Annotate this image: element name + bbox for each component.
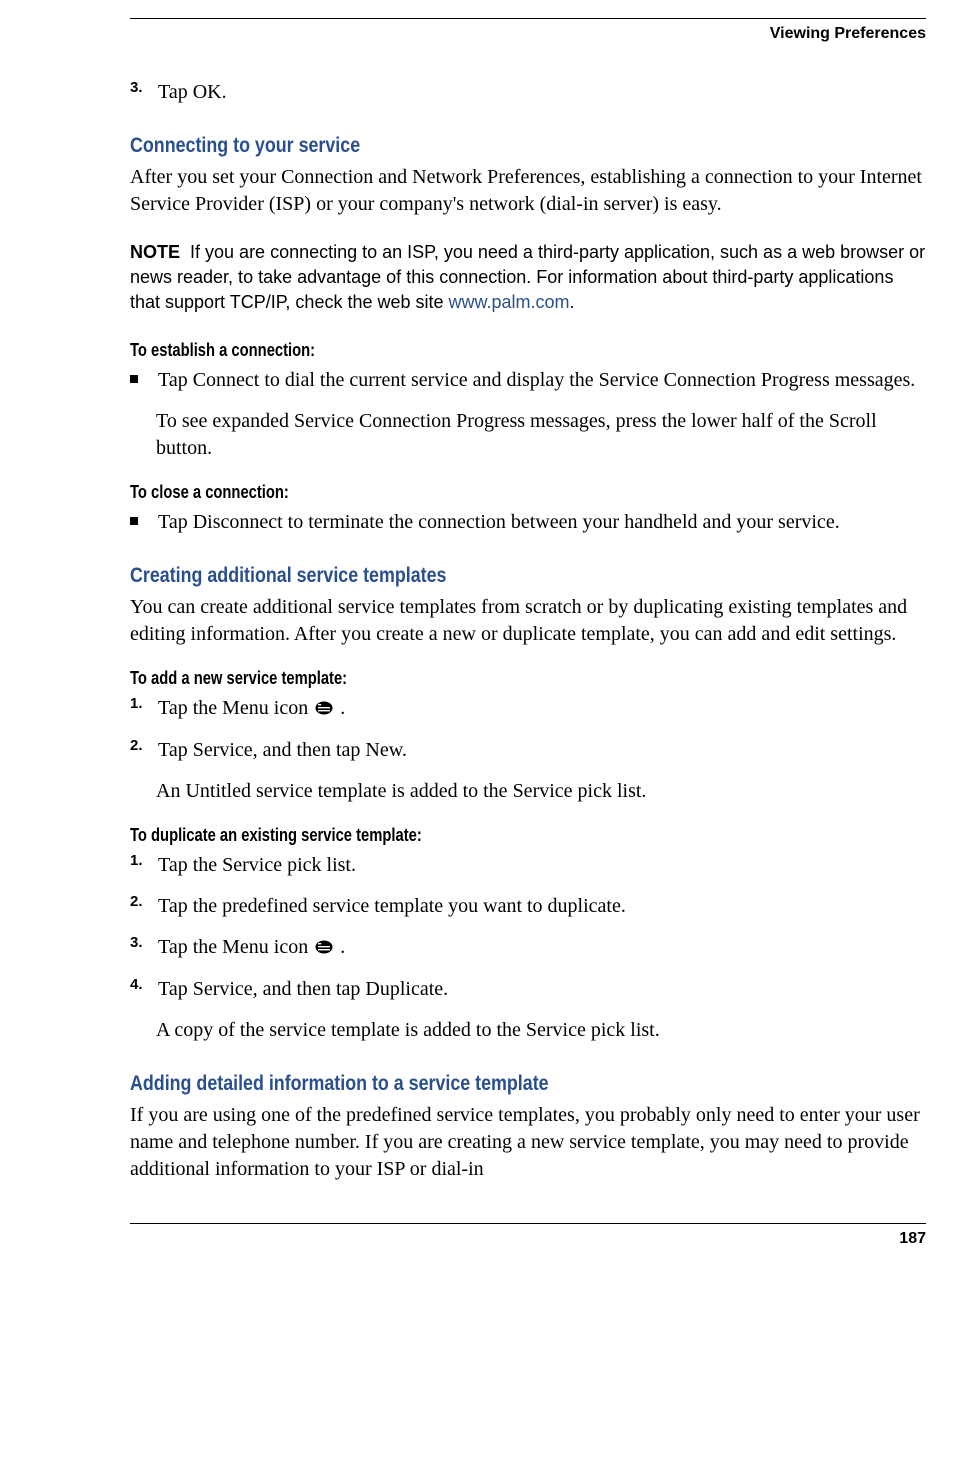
step-dup-1: 1. Tap the Service pick list. [130,852,926,879]
step-text-after: . [335,936,345,958]
body-connecting: After you set your Connection and Networ… [130,164,926,218]
step-number: 3. [130,934,154,951]
step-text-before: Tap the Menu icon [158,936,313,958]
square-bullet-icon [130,375,138,383]
step-text: Tap Service, and then tap Duplicate. [158,976,918,1003]
bullet-text: Tap Connect to dial the current service … [158,367,918,394]
header-rule [130,18,926,19]
bullet-text: Tap Disconnect to terminate the connecti… [158,509,918,536]
header-title: Viewing Preferences [130,25,926,43]
step-text: Tap the Menu icon . [158,934,918,962]
step-dup-4: 4. Tap Service, and then tap Duplicate. … [130,976,926,1044]
step-dup-2: 2. Tap the predefined service template y… [130,893,926,920]
step-3-tap-ok: 3. Tap OK. [130,79,926,106]
step-subtext: A copy of the service template is added … [156,1017,926,1044]
note-label: NOTE [130,242,180,262]
page-number: 187 [130,1230,926,1248]
step-number: 4. [130,976,154,993]
step-subtext: An Untitled service template is added to… [156,778,926,805]
step-text: Tap OK. [158,79,918,106]
bullet-establish: Tap Connect to dial the current service … [130,367,926,462]
note-block: NOTE If you are connecting to an ISP, yo… [130,240,926,314]
heading-establish-connection: To establish a connection: [130,340,783,361]
step-dup-3: 3. Tap the Menu icon . [130,934,926,962]
bullet-close: Tap Disconnect to terminate the connecti… [130,509,926,536]
menu-icon [315,696,333,723]
footer-rule [130,1223,926,1224]
heading-creating-templates: Creating additional service templates [130,564,807,588]
step-text: Tap Service, and then tap New. [158,737,918,764]
heading-adding-detailed: Adding detailed information to a service… [130,1072,807,1096]
note-text-after: . [570,292,575,312]
heading-close-connection: To close a connection: [130,482,783,503]
body-adding-detailed: If you are using one of the predefined s… [130,1102,926,1183]
note-link[interactable]: www.palm.com [449,292,570,312]
menu-icon [315,935,333,962]
step-text-before: Tap the Menu icon [158,697,313,719]
step-number: 1. [130,852,154,869]
step-number: 1. [130,695,154,712]
step-number: 3. [130,79,154,96]
body-creating-templates: You can create additional service templa… [130,594,926,648]
square-bullet-icon [130,517,138,525]
bullet-subtext: To see expanded Service Connection Progr… [156,408,926,462]
step-add-1: 1. Tap the Menu icon . [130,695,926,723]
step-text: Tap the predefined service template you … [158,893,918,920]
heading-connecting: Connecting to your service [130,134,807,158]
heading-add-template: To add a new service template: [130,668,783,689]
step-text: Tap the Menu icon . [158,695,918,723]
step-number: 2. [130,737,154,754]
step-text-after: . [335,697,345,719]
step-text: Tap the Service pick list. [158,852,918,879]
step-add-2: 2. Tap Service, and then tap New. An Unt… [130,737,926,805]
heading-duplicate-template: To duplicate an existing service templat… [130,825,783,846]
step-number: 2. [130,893,154,910]
